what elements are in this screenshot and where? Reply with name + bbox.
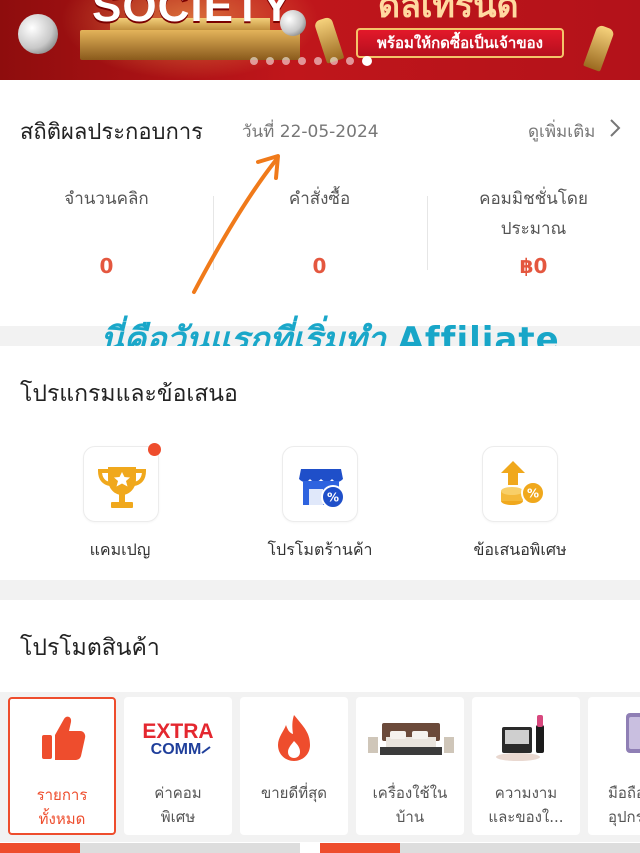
product-card-peek bbox=[0, 843, 300, 853]
extra-comm-logo: EXTRA COMM bbox=[142, 720, 213, 758]
category-beauty[interactable]: ความงาม และของใ... bbox=[472, 697, 580, 835]
football-decoration bbox=[280, 10, 306, 36]
svg-text:%: % bbox=[527, 487, 539, 501]
annotation-arrow bbox=[192, 154, 280, 294]
stat-label: คอมมิชชั่นโดย ประมาณ bbox=[479, 189, 588, 239]
category-label: ขายดีที่สุด bbox=[261, 784, 327, 802]
stat-commission: คอมมิชชั่นโดย ประมาณ ฿0 bbox=[427, 184, 640, 278]
carousel-indicator bbox=[250, 56, 372, 66]
coin-up-discount-icon: % bbox=[501, 461, 545, 505]
flame-icon bbox=[278, 715, 310, 761]
promo-banner[interactable]: SOCIETY ดีลเทรนด์ พร้อมให้กดซื้อเป็นเจ้า… bbox=[0, 0, 640, 80]
category-mobile[interactable]: มือถือ อุปกร bbox=[588, 697, 640, 835]
product-promo-title: โปรโมตสินค้า bbox=[20, 635, 160, 661]
category-label: เครื่องใช้ใน บ้าน bbox=[372, 784, 448, 826]
podium bbox=[80, 30, 300, 60]
stat-value: ฿0 bbox=[519, 254, 548, 278]
stats-date: วันที่ 22-05-2024 bbox=[242, 122, 379, 142]
trophy-icon bbox=[97, 467, 147, 508]
carousel-dot[interactable] bbox=[362, 56, 372, 66]
trophy-decoration bbox=[583, 24, 615, 72]
campaign-label: แคมเปญ bbox=[89, 540, 151, 559]
stats-title: สถิติผลประกอบการ bbox=[20, 120, 203, 145]
notification-badge bbox=[148, 443, 161, 456]
category-label: ความงาม และของใ... bbox=[488, 784, 564, 826]
carousel-dot[interactable] bbox=[266, 57, 274, 65]
phone-icon bbox=[626, 713, 640, 753]
carousel-dot[interactable] bbox=[330, 57, 338, 65]
svg-text:COMM: COMM bbox=[151, 741, 202, 758]
shop-promote-label: โปรโมตร้านค้า bbox=[267, 540, 373, 559]
see-more-link[interactable]: ดูเพิ่มเติม bbox=[528, 118, 595, 145]
special-offer-button[interactable]: % bbox=[482, 446, 558, 522]
thumbs-up-icon bbox=[42, 716, 86, 760]
store-discount-icon: % bbox=[299, 469, 345, 509]
special-offer-label: ข้อเสนอพิเศษ bbox=[473, 540, 567, 559]
category-extra-comm[interactable]: EXTRA COMM ค่าคอม พิเศษ bbox=[124, 697, 232, 835]
svg-text:EXTRA: EXTRA bbox=[142, 720, 213, 743]
chevron-right-icon[interactable] bbox=[606, 118, 624, 138]
svg-text:%: % bbox=[327, 491, 339, 505]
banner-cta[interactable]: พร้อมให้กดซื้อเป็นเจ้าของ bbox=[356, 28, 564, 58]
carousel-dot[interactable] bbox=[250, 57, 258, 65]
category-label: รายการ ทั้งหมด bbox=[36, 786, 88, 828]
banner-title: SOCIETY bbox=[92, 0, 293, 31]
affiliate-dashboard: SOCIETY ดีลเทรนด์ พร้อมให้กดซื้อเป็นเจ้า… bbox=[0, 0, 640, 853]
carousel-dot[interactable] bbox=[298, 57, 306, 65]
football-decoration bbox=[18, 14, 58, 54]
shop-promote-button[interactable]: % bbox=[282, 446, 358, 522]
carousel-dot[interactable] bbox=[346, 57, 354, 65]
category-label: ค่าคอม พิเศษ bbox=[154, 784, 202, 826]
programs-title: โปรแกรมและข้อเสนอ bbox=[20, 381, 238, 407]
category-home[interactable]: เครื่องใช้ใน บ้าน bbox=[356, 697, 464, 835]
cosmetics-icon bbox=[496, 715, 544, 761]
category-label: มือถือ อุปกร bbox=[608, 784, 640, 826]
category-best-seller[interactable]: ขายดีที่สุด bbox=[240, 697, 348, 835]
category-all[interactable]: รายการ ทั้งหมด bbox=[8, 697, 116, 835]
product-card-peek bbox=[320, 843, 640, 853]
bed-icon bbox=[368, 723, 454, 755]
carousel-dot[interactable] bbox=[282, 57, 290, 65]
carousel-dot[interactable] bbox=[314, 57, 322, 65]
campaign-button[interactable] bbox=[83, 446, 159, 522]
